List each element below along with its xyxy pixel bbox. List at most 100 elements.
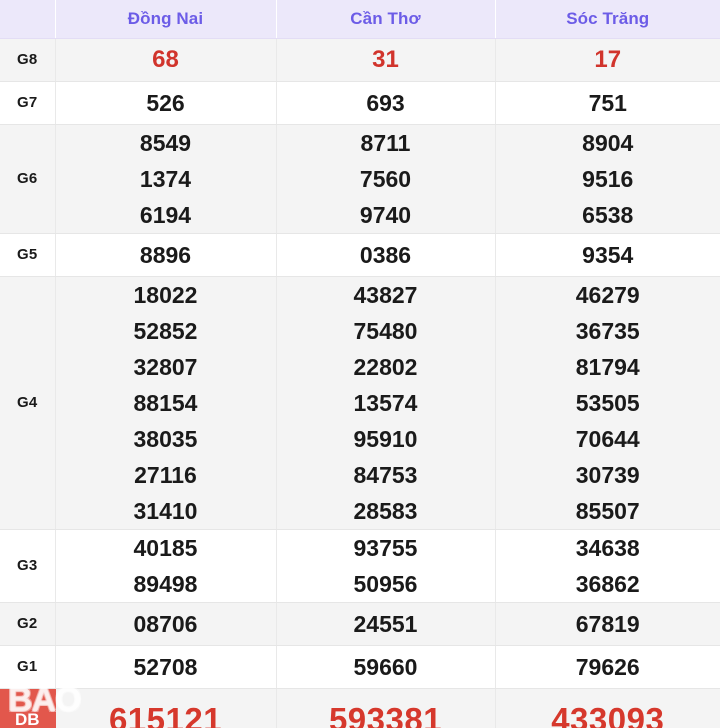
number: 28583: [353, 498, 418, 524]
number: 75480: [353, 318, 418, 344]
number-stack: 52708: [56, 649, 276, 685]
number: 81794: [575, 354, 640, 380]
prize-value-g4-col3: 46279 36735 81794 53505 70644 30739 8550…: [495, 276, 720, 530]
number-stack: 8549 1374 6194: [56, 125, 276, 233]
prize-label-g5: G5: [0, 233, 56, 277]
number-stack: 08706: [56, 606, 276, 642]
prize-value-g1-col3: 79626: [495, 645, 720, 689]
number-stack: 34638 36862: [496, 530, 720, 602]
prize-value-g3-col3: 34638 36862: [495, 529, 720, 603]
prize-value-g4-col1: 18022 52852 32807 88154 38035 27116 3141…: [55, 276, 277, 530]
number: 8904: [582, 130, 634, 156]
prize-value-g2-col2: 24551: [276, 602, 496, 646]
prize-row-g4: G4 18022 52852 32807 88154 38035 27116 3…: [0, 276, 720, 530]
prize-value-g6-col1: 8549 1374 6194: [55, 124, 277, 234]
prize-label-g6: G6: [0, 124, 56, 234]
prize-value-g1-col1: 52708: [55, 645, 277, 689]
number: 8896: [139, 242, 192, 268]
prize-value-g8-col2: 31: [276, 38, 496, 82]
number: 9516: [582, 166, 634, 192]
number: 526: [146, 90, 185, 116]
number: 31410: [133, 498, 198, 524]
prize-value-g3-col2: 93755 50956: [276, 529, 496, 603]
number: 88154: [133, 390, 198, 416]
number: 24551: [353, 611, 418, 637]
number-stack: 79626: [496, 649, 720, 685]
prize-row-g6: G6 8549 1374 6194 8711 7560 9740 8904 95…: [0, 124, 720, 234]
column-header-province-2: Cần Thơ: [276, 0, 496, 39]
prize-row-special: DB 615121 593381 433093: [0, 688, 720, 728]
number: 85507: [575, 498, 640, 524]
prize-value-g3-col1: 40185 89498: [55, 529, 277, 603]
number: 40185: [133, 535, 198, 561]
prize-label-db: DB: [0, 688, 56, 728]
number-stack: 93755 50956: [277, 530, 495, 602]
number: 79626: [575, 654, 640, 680]
column-header-province-1: Đồng Nai: [55, 0, 277, 39]
number-stack: 526: [56, 85, 276, 121]
prize-label-g8: G8: [0, 38, 56, 82]
number-stack: 8711 7560 9740: [277, 125, 495, 233]
number-stack: 46279 36735 81794 53505 70644 30739 8550…: [496, 277, 720, 529]
number: 38035: [133, 426, 198, 452]
number: 32807: [133, 354, 198, 380]
column-header-province-3: Sóc Trăng: [495, 0, 720, 39]
number: 95910: [353, 426, 418, 452]
prize-value-db-col2: 593381: [276, 688, 496, 728]
prize-value-g5-col3: 9354: [495, 233, 720, 277]
number: 27116: [134, 462, 197, 488]
number: 1374: [139, 166, 192, 192]
prize-value-g6-col2: 8711 7560 9740: [276, 124, 496, 234]
prize-row-g8: G8 68 31 17: [0, 38, 720, 82]
prize-value-g5-col1: 8896: [55, 233, 277, 277]
number: 46279: [575, 282, 640, 308]
number: 8711: [360, 130, 411, 156]
prize-value-g2-col3: 67819: [495, 602, 720, 646]
prize-value-db-col1: 615121: [55, 688, 277, 728]
number-stack: 18022 52852 32807 88154 38035 27116 3141…: [56, 277, 276, 529]
number: 17: [594, 46, 622, 73]
number-stack: 8896: [56, 237, 276, 273]
prize-row-g3: G3 40185 89498 93755 50956 34638 36862: [0, 529, 720, 603]
number: 34638: [575, 535, 640, 561]
table-body: G8 68 31 17 G7 526 693 751 G6 8549 1374 …: [0, 38, 720, 728]
number: 8549: [139, 130, 192, 156]
prize-value-g5-col2: 0386: [276, 233, 496, 277]
number-stack: 751: [496, 85, 720, 121]
number: 70644: [575, 426, 640, 452]
prize-row-g7: G7 526 693 751: [0, 81, 720, 125]
number: 53505: [575, 390, 640, 416]
number: 43827: [353, 282, 418, 308]
number: 36735: [575, 318, 640, 344]
prize-label-g3: G3: [0, 529, 56, 603]
number: 751: [588, 90, 627, 116]
number: 52708: [133, 654, 198, 680]
number: 67819: [575, 611, 640, 637]
lottery-result-panel: Đồng Nai Cần Thơ Sóc Trăng G8 68 31 17 G…: [0, 0, 720, 728]
number-stack: 17: [496, 42, 720, 78]
number-stack: 68: [56, 42, 276, 78]
prize-value-g8-col1: 68: [55, 38, 277, 82]
prize-value-g6-col3: 8904 9516 6538: [495, 124, 720, 234]
number-stack: 0386: [277, 237, 495, 273]
prize-row-g5: G5 8896 0386 9354: [0, 233, 720, 277]
number: 52852: [133, 318, 198, 344]
number: 0386: [359, 242, 412, 268]
prize-value-g7-col2: 693: [276, 81, 496, 125]
number: 9354: [582, 242, 634, 268]
number-stack: 59660: [277, 649, 495, 685]
number: 6194: [139, 202, 192, 228]
number-stack: 9354: [496, 237, 720, 273]
number-stack: 67819: [496, 606, 720, 642]
prize-value-db-col3: 433093: [495, 688, 720, 728]
prize-row-g1: G1 52708 59660 79626: [0, 645, 720, 689]
number: 693: [366, 90, 405, 116]
number: 36862: [575, 571, 640, 597]
number: 50956: [353, 571, 418, 597]
prize-value-g7-col3: 751: [495, 81, 720, 125]
prize-label-g4: G4: [0, 276, 56, 530]
prize-label-g7: G7: [0, 81, 56, 125]
number: 59660: [353, 654, 418, 680]
lottery-results-table: Đồng Nai Cần Thơ Sóc Trăng G8 68 31 17 G…: [0, 0, 720, 728]
prize-value-g8-col3: 17: [495, 38, 720, 82]
